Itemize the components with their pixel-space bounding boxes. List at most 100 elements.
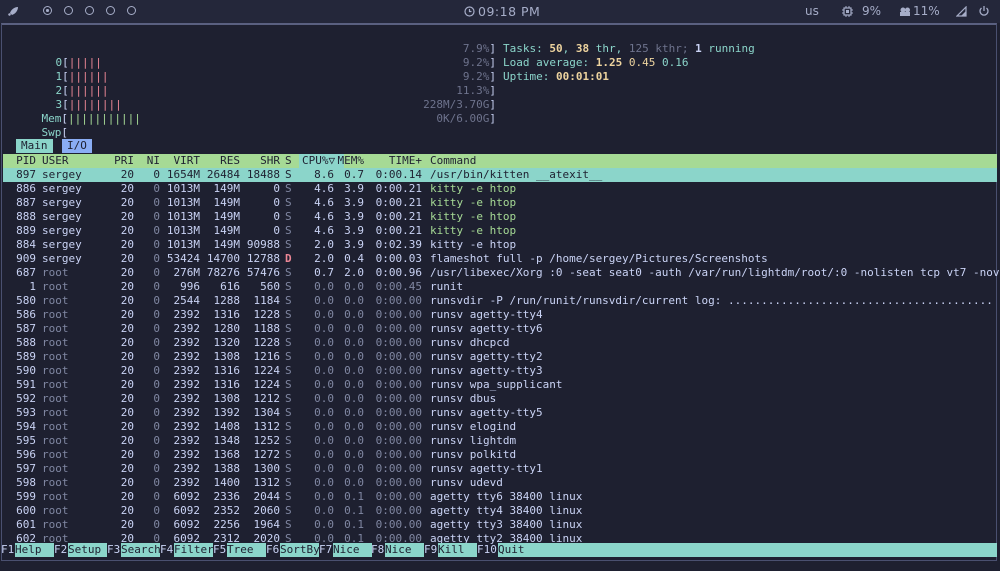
table-row[interactable]: 587 root 20 0 2392 1280 1188 S 0.0 0.0 0:00.00 runs… bbox=[3, 322, 997, 336]
table-row[interactable]: 1 root 20 0 996 616 560 S 0.0 0.0 0:00.45 runit bbox=[3, 280, 997, 294]
command-cell: runsv wpa_supplicant bbox=[430, 378, 563, 391]
command-cell: kitty -e htop bbox=[430, 182, 517, 195]
column-header-res[interactable]: RES bbox=[203, 154, 240, 168]
res-cell: 1280 bbox=[213, 322, 241, 335]
table-row[interactable]: 601 root 20 0 6092 2256 1964 S 0.0 0.1 0:00.00 aget… bbox=[3, 518, 997, 532]
cpu-value: 11.3% bbox=[456, 84, 490, 97]
state-cell: S bbox=[285, 336, 292, 349]
table-row[interactable]: 592 root 20 0 2392 1308 1212 S 0.0 0.0 0:00.00 runs… bbox=[3, 392, 997, 406]
time-cell: 0:00.00 bbox=[375, 378, 422, 391]
table-row[interactable]: 599 root 20 0 6092 2336 2044 S 0.0 0.1 0:00.00 aget… bbox=[3, 490, 997, 504]
column-header-pri[interactable]: PRI bbox=[103, 154, 134, 168]
function-key-tree-button[interactable]: Tree bbox=[227, 543, 266, 557]
command-cell: runsv agetty-tty6 bbox=[430, 322, 543, 335]
table-row[interactable]: 909 sergey 20 0 53424 14700 12788 D 2.0 0.4 0:00.0… bbox=[3, 252, 997, 266]
function-key: F10 bbox=[477, 543, 497, 556]
table-row[interactable]: 886 sergey 20 0 1013M 149M 0 S 4.6 3.9 0:00.21 kitt… bbox=[3, 182, 997, 196]
state-cell: S bbox=[285, 518, 292, 531]
mem-cell: 0.1 bbox=[344, 518, 364, 531]
function-key-quit-button[interactable]: Quit bbox=[498, 543, 997, 557]
column-header-pid[interactable]: PID bbox=[3, 154, 36, 168]
table-row[interactable]: 589 root 20 0 2392 1308 1216 S 0.0 0.0 0:00.00 runs… bbox=[3, 350, 997, 364]
function-key-nice-button[interactable]: Nice - bbox=[333, 543, 372, 570]
table-row[interactable]: 597 root 20 0 2392 1388 1300 S 0.0 0.0 0:00.00 runs… bbox=[3, 462, 997, 476]
function-key-setup-button[interactable]: Setup bbox=[68, 543, 107, 557]
clock[interactable]: 09:18 PM bbox=[478, 0, 540, 23]
function-key-filter-button[interactable]: Filter bbox=[174, 543, 214, 557]
virt-cell: 2392 bbox=[173, 364, 201, 377]
keyboard-layout[interactable]: us bbox=[805, 0, 819, 23]
command-cell: runit bbox=[430, 280, 464, 293]
table-row[interactable]: 687 root 20 0 276M 78276 57476 S 0.7 2.0 0:00.96/u… bbox=[3, 266, 999, 280]
ni-cell: 0 bbox=[153, 322, 160, 335]
function-key-kill-button[interactable]: Kill bbox=[438, 543, 477, 557]
pid-cell: 586 bbox=[16, 308, 36, 321]
function-key-sortby-button[interactable]: SortBy bbox=[280, 543, 320, 557]
table-row[interactable]: 897 sergey 20 0 1654M 26484 18488 S 8.6 0.7 0:00.1… bbox=[3, 168, 997, 182]
workspace-indicator[interactable] bbox=[106, 6, 115, 15]
mem-cell: 3.9 bbox=[344, 224, 364, 237]
power-icon[interactable] bbox=[978, 0, 990, 23]
workspace-indicator[interactable] bbox=[43, 6, 52, 15]
ni-cell: 0 bbox=[153, 224, 160, 237]
user-cell: root bbox=[42, 350, 69, 363]
user-cell: root bbox=[42, 322, 69, 335]
tab-main[interactable]: Main bbox=[16, 139, 53, 153]
table-row[interactable]: 888 sergey 20 0 1013M 149M 0 S 4.6 3.9 0:00.21 kitt… bbox=[3, 210, 997, 224]
state-cell: S bbox=[285, 490, 292, 503]
table-row[interactable]: 595 root 20 0 2392 1348 1252 S 0.0 0.0 0:00.00 runs… bbox=[3, 434, 997, 448]
function-key: F8 bbox=[371, 543, 385, 556]
pid-cell: 1 bbox=[29, 280, 36, 293]
pri-cell: 20 bbox=[120, 266, 134, 279]
workspace-indicator[interactable] bbox=[127, 6, 136, 15]
state-cell: S bbox=[285, 448, 292, 461]
workspace-indicator[interactable] bbox=[85, 6, 94, 15]
table-row[interactable]: 884 sergey 20 0 1013M 149M 90988 S 2.0 3.9 0:02.39… bbox=[3, 238, 997, 252]
table-row[interactable]: 591 root 20 0 2392 1316 1224 S 0.0 0.0 0:00.00 runs… bbox=[3, 378, 997, 392]
table-row[interactable]: 598 root 20 0 2392 1400 1312 S 0.0 0.0 0:00.00 runs… bbox=[3, 476, 997, 490]
res-cell: 26484 bbox=[206, 168, 240, 181]
column-header-virt[interactable]: VIRT bbox=[163, 154, 201, 168]
column-header-shr[interactable]: SHR bbox=[243, 154, 280, 168]
pri-cell: 20 bbox=[120, 392, 134, 405]
function-key-help-button[interactable]: Help bbox=[15, 543, 54, 557]
time-cell: 0:00.00 bbox=[375, 476, 422, 489]
wifi-signal-icon[interactable] bbox=[955, 0, 967, 23]
column-header-ni[interactable]: NI bbox=[139, 154, 160, 168]
ni-cell: 0 bbox=[153, 266, 160, 279]
cpu-cell: 0.0 bbox=[314, 448, 334, 461]
table-row[interactable]: 600 root 20 0 6092 2352 2060 S 0.0 0.1 0:00.00 aget… bbox=[3, 504, 997, 518]
table-row[interactable]: 588 root 20 0 2392 1320 1228 S 0.0 0.0 0:00.00 runs… bbox=[3, 336, 997, 350]
shr-cell: 1228 bbox=[253, 336, 281, 349]
column-header-user[interactable]: USER bbox=[42, 154, 69, 168]
tab-io[interactable]: I/O bbox=[62, 139, 92, 153]
table-row[interactable]: 889 sergey 20 0 1013M 149M 0 S 4.6 3.9 0:00.21 kitt… bbox=[3, 224, 997, 238]
res-cell: 1308 bbox=[213, 392, 241, 405]
column-header-time[interactable]: TIME+ bbox=[373, 154, 422, 168]
rocket-icon[interactable] bbox=[7, 0, 19, 23]
table-row[interactable]: 596 root 20 0 2392 1368 1272 S 0.0 0.0 0:00.00 runs… bbox=[3, 448, 997, 462]
mem-cell: 3.9 bbox=[344, 182, 364, 195]
pri-cell: 20 bbox=[120, 182, 134, 195]
time-cell: 0:02.39 bbox=[375, 238, 422, 251]
virt-cell: 1013M bbox=[166, 238, 200, 251]
table-row[interactable]: 590 root 20 0 2392 1316 1224 S 0.0 0.0 0:00.00 runs… bbox=[3, 364, 997, 378]
table-row[interactable]: 593 root 20 0 2392 1392 1304 S 0.0 0.0 0:00.00 runs… bbox=[3, 406, 997, 420]
workspace-indicator[interactable] bbox=[64, 6, 73, 15]
table-row[interactable]: 580 root 20 0 2544 1288 1184 S 0.0 0.0 0:00.00 runs… bbox=[3, 294, 997, 308]
time-cell: 0:00.45 bbox=[375, 280, 422, 293]
column-header-mem[interactable]: MEM% bbox=[335, 154, 365, 168]
table-row[interactable]: 887 sergey 20 0 1013M 149M 0 S 4.6 3.9 0:00.21 kitt… bbox=[3, 196, 997, 210]
function-key-nice-button[interactable]: Nice + bbox=[385, 543, 424, 570]
column-header-state[interactable]: S bbox=[285, 154, 292, 168]
column-header-command[interactable]: Command bbox=[430, 154, 476, 168]
function-key-search-button[interactable]: Search bbox=[121, 543, 161, 557]
pri-cell: 20 bbox=[120, 504, 134, 517]
pid-cell: 588 bbox=[16, 336, 36, 349]
table-row[interactable]: 594 root 20 0 2392 1408 1312 S 0.0 0.0 0:00.00 runs… bbox=[3, 420, 997, 434]
virt-cell: 276M bbox=[173, 266, 201, 279]
state-cell: S bbox=[285, 322, 292, 335]
pri-cell: 20 bbox=[120, 364, 134, 377]
command-cell: runsv elogind bbox=[430, 420, 517, 433]
table-row[interactable]: 586 root 20 0 2392 1316 1228 S 0.0 0.0 0:00.00 runs… bbox=[3, 308, 997, 322]
